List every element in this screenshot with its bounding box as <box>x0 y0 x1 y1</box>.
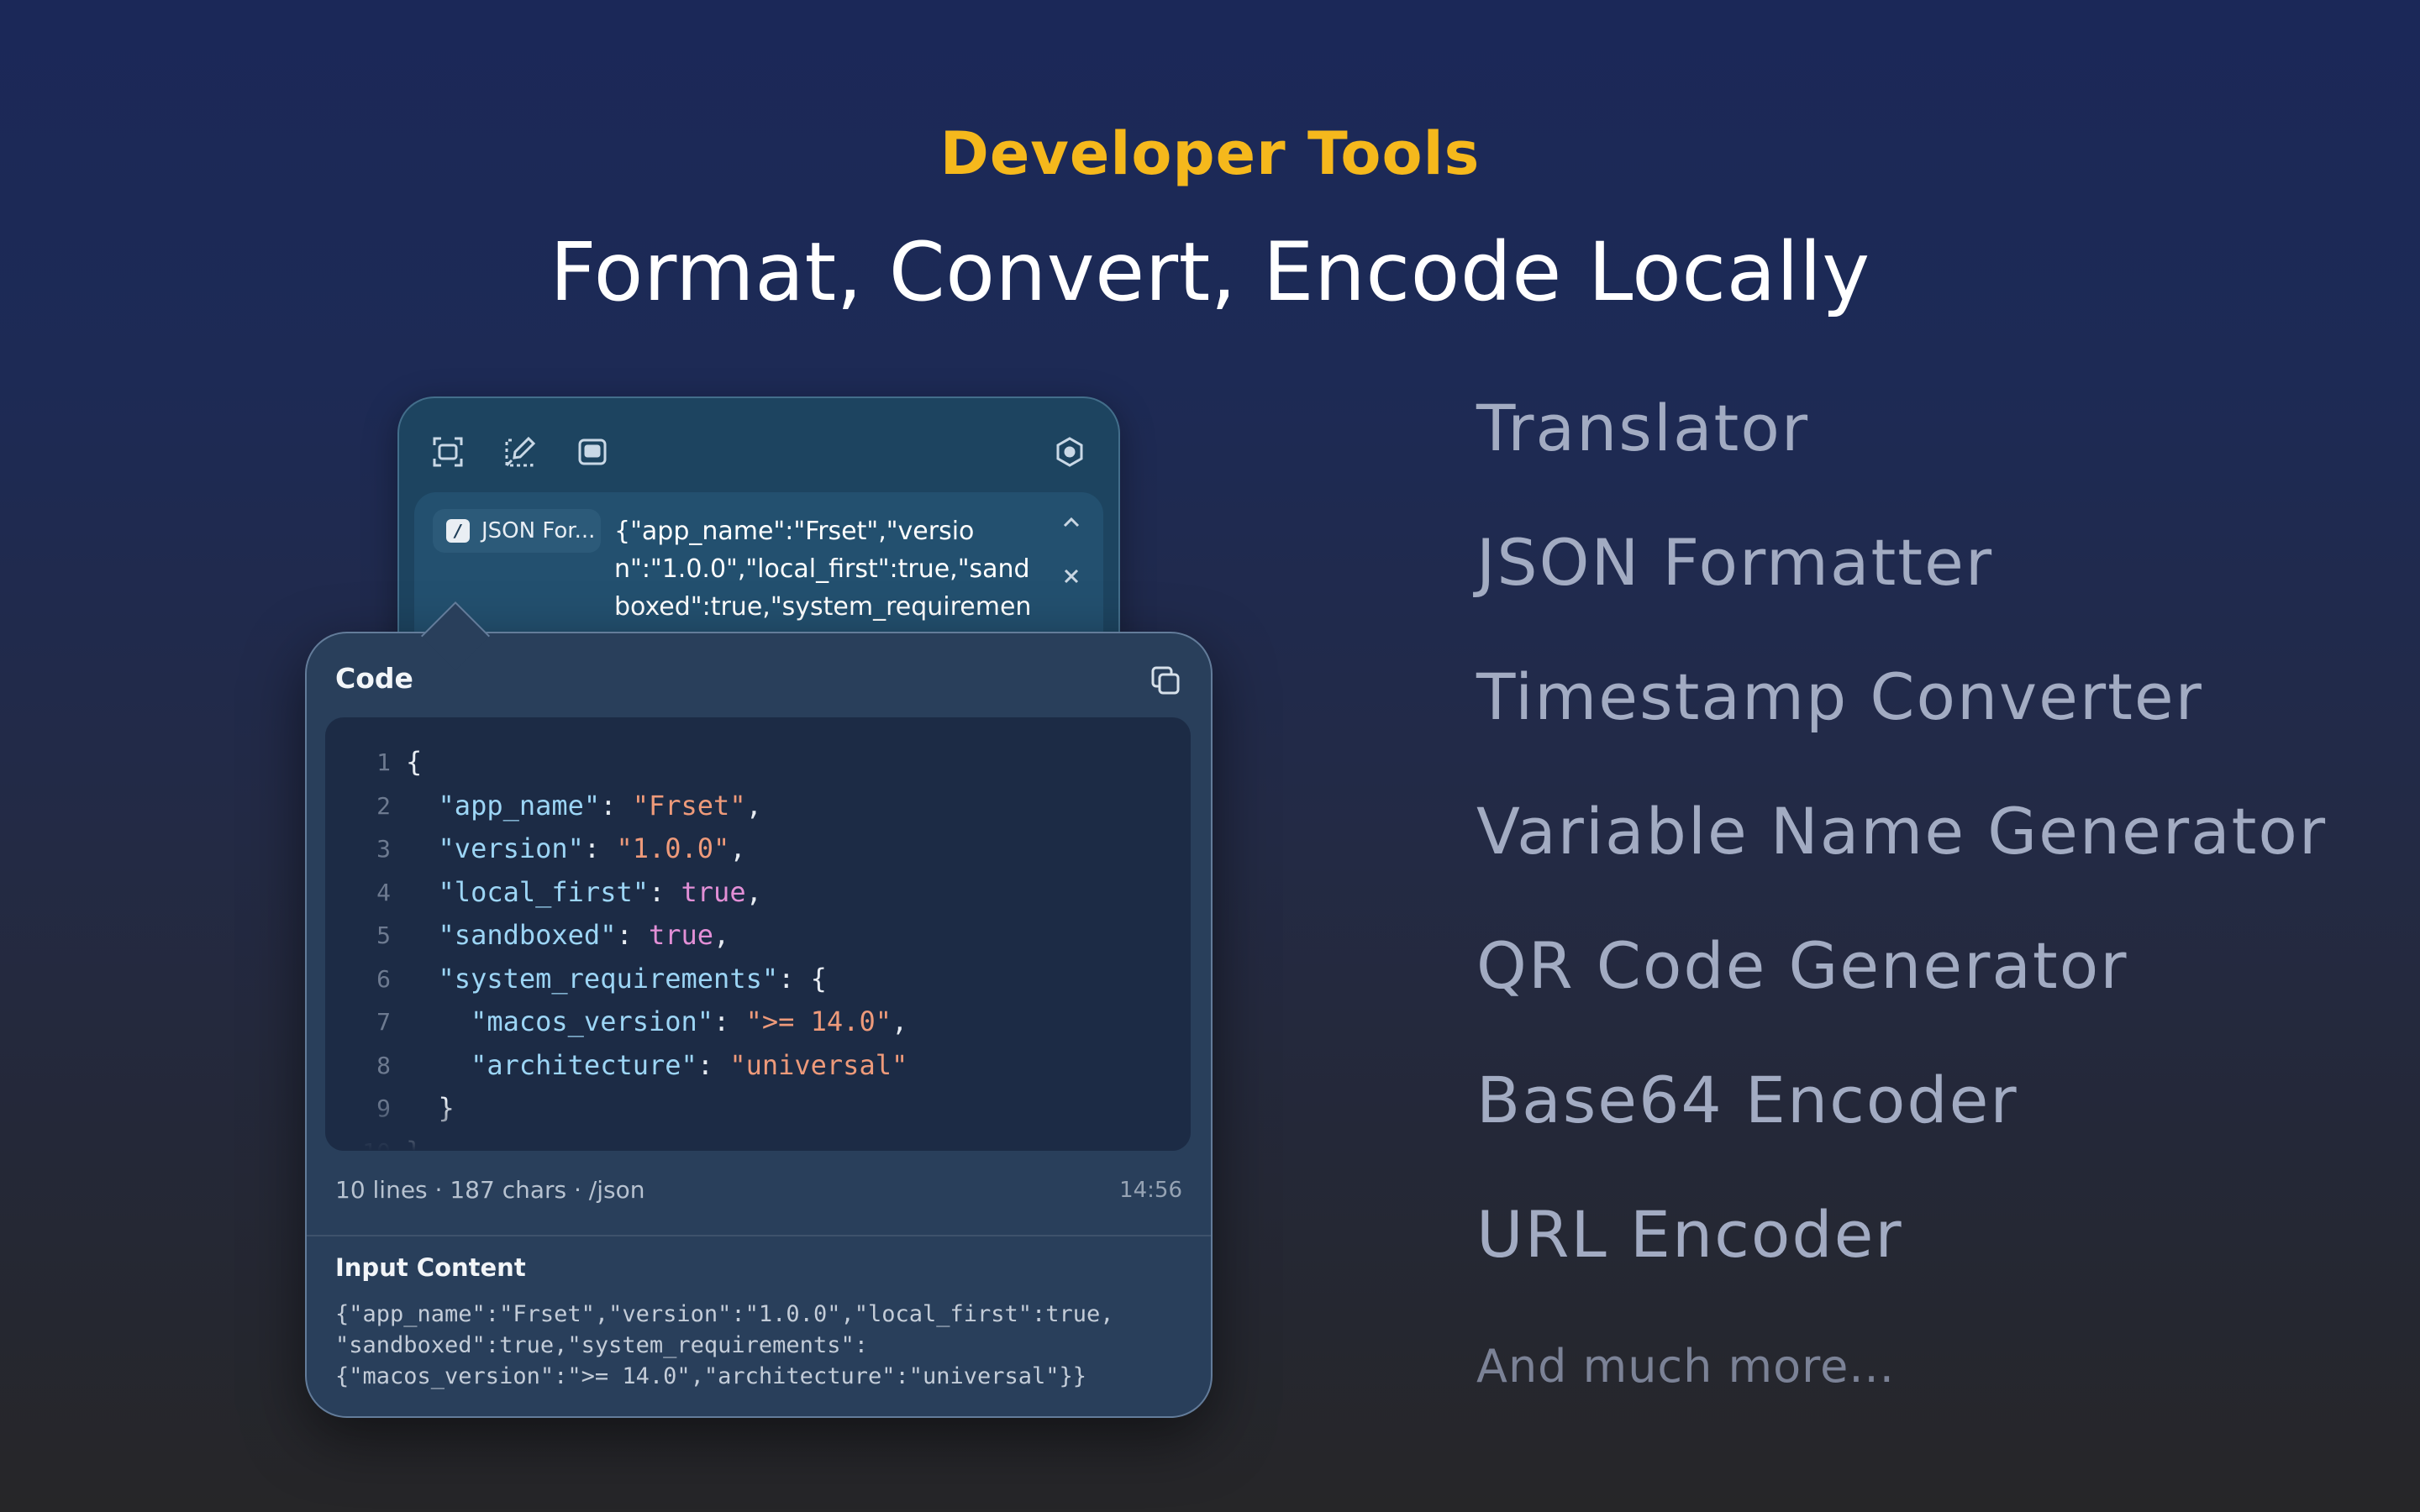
code-token: "architecture" <box>471 1048 697 1081</box>
feature-item: JSON Formatter <box>1476 525 1994 600</box>
screenshot-icon[interactable] <box>424 428 471 475</box>
code-token: : { <box>778 962 827 995</box>
input-content-text[interactable]: {"app_name":"Frset","version":"1.0.0","l… <box>335 1299 1184 1392</box>
feature-item: Base64 Encoder <box>1476 1063 2018 1137</box>
code-token: , <box>745 875 762 908</box>
code-text: "version": "1.0.0", <box>406 827 746 871</box>
code-line: 3 "version": "1.0.0", <box>325 827 908 871</box>
line-number: 4 <box>376 878 391 906</box>
code-token: : <box>600 789 633 822</box>
line-number: 8 <box>376 1051 391 1079</box>
code-text: "macos_version": ">= 14.0", <box>406 1000 908 1044</box>
feature-list: Translator JSON Formatter Timestamp Conv… <box>1476 388 2327 1463</box>
code-token: "app_name" <box>438 789 601 822</box>
input-content-title: Input Content <box>335 1253 526 1282</box>
code-token: "universal" <box>729 1048 908 1081</box>
code-line: 6 "system_requirements": { <box>325 958 908 1001</box>
result-title: Code <box>335 662 413 695</box>
code-line: 5 "sandboxed": true, <box>325 914 908 958</box>
code-text: "app_name": "Frset", <box>406 785 762 828</box>
tool-chip-json-formatter[interactable]: / JSON For... <box>433 509 601 553</box>
output-stats: 10 lines · 187 chars · /json <box>335 1176 645 1204</box>
feature-item: Variable Name Generator <box>1476 794 2328 869</box>
code-token: : <box>583 832 617 864</box>
output-timestamp: 14:56 <box>1119 1178 1182 1203</box>
line-number: 7 <box>376 1008 391 1036</box>
color-picker-icon[interactable] <box>497 428 544 475</box>
feature-item: Timestamp Converter <box>1476 659 2203 734</box>
code-token: , <box>891 1005 908 1037</box>
code-output[interactable]: 1{2 "app_name": "Frset", 3 "version": "1.… <box>325 717 1191 1151</box>
code-line: 2 "app_name": "Frset", <box>325 785 908 828</box>
window-icon[interactable] <box>569 428 616 475</box>
headline: Format, Convert, Encode Locally <box>550 225 1870 319</box>
code-fade <box>325 1100 1191 1151</box>
line-number: 1 <box>376 748 391 776</box>
code-token: , <box>745 789 762 822</box>
tool-chip-label: JSON For... <box>481 518 596 543</box>
code-line: 7 "macos_version": ">= 14.0", <box>325 1000 908 1044</box>
code-token: true <box>648 919 714 951</box>
code-token: "version" <box>438 832 584 864</box>
feature-more: And much more... <box>1476 1340 1895 1393</box>
code-token: true <box>681 875 746 908</box>
code-token: : <box>697 1048 730 1081</box>
result-popover: Code 1{2 "app_name": "Frset", 3 "version"… <box>305 632 1213 1418</box>
feature-item: URL Encoder <box>1476 1197 1903 1272</box>
code-token: : <box>648 875 681 908</box>
line-number: 3 <box>376 835 391 863</box>
app-window: / JSON For... {"app_name":"Frset","versi… <box>397 396 1120 669</box>
code-text: "sandboxed": true, <box>406 914 730 958</box>
code-token: : <box>713 1005 746 1037</box>
copy-icon <box>1151 666 1180 695</box>
divider <box>307 1235 1211 1236</box>
chevron-up-icon[interactable] <box>1053 504 1090 541</box>
code-token: , <box>729 832 746 864</box>
code-token: "1.0.0" <box>616 832 730 864</box>
code-text: "architecture": "universal" <box>406 1044 908 1088</box>
code-token: "sandboxed" <box>438 919 617 951</box>
close-icon[interactable] <box>1053 558 1090 595</box>
code-text: { <box>406 741 422 785</box>
line-number: 5 <box>376 921 391 949</box>
feature-item: Translator <box>1476 391 1810 465</box>
line-number: 6 <box>376 964 391 993</box>
code-line: 8 "architecture": "universal" <box>325 1044 908 1088</box>
eyebrow-title: Developer Tools <box>939 119 1481 188</box>
code-token: , <box>713 919 730 951</box>
code-token: : <box>616 919 649 951</box>
settings-icon[interactable] <box>1046 428 1093 475</box>
code-text: "local_first": true, <box>406 871 762 915</box>
code-line: 1{ <box>325 741 908 785</box>
code-token: "macos_version" <box>471 1005 714 1037</box>
feature-item: QR Code Generator <box>1476 928 2128 1003</box>
code-line: 4 "local_first": true, <box>325 871 908 915</box>
code-text: "system_requirements": { <box>406 958 827 1001</box>
json-tool-icon: / <box>446 519 470 543</box>
code-token: "system_requirements" <box>438 962 779 995</box>
code-token: ">= 14.0" <box>745 1005 892 1037</box>
code-token: { <box>406 746 423 778</box>
code-token: "Frset" <box>632 789 746 822</box>
line-number: 2 <box>376 791 391 820</box>
code-lines: 1{2 "app_name": "Frset", 3 "version": "1.… <box>325 741 908 1151</box>
copy-button[interactable] <box>1144 659 1187 702</box>
code-token: "local_first" <box>438 875 649 908</box>
